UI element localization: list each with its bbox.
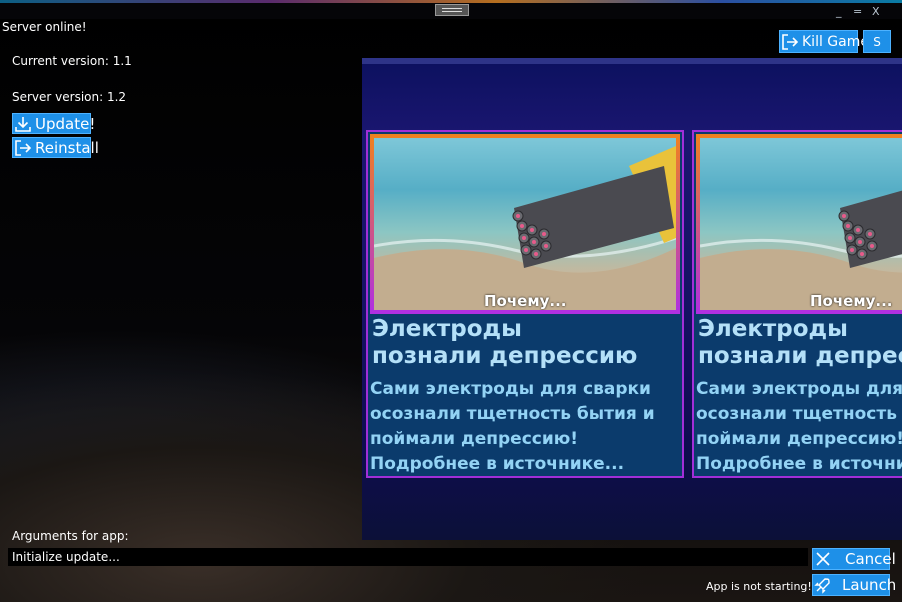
news-card-caption: Почему...	[484, 292, 567, 310]
reinstall-button[interactable]: Reinstall	[12, 137, 99, 158]
headline-line: Электроды	[698, 316, 848, 342]
body-line[interactable]: Подробнее в источнике...	[696, 452, 902, 476]
settings-button[interactable]: S	[863, 30, 891, 53]
minimize-button[interactable]: _	[836, 5, 842, 18]
news-card-body: Сами электроды для сварки осознали тщетн…	[370, 377, 682, 476]
news-card-headline: Электроды познали депрессию	[698, 316, 902, 370]
server-status-text: Server online!	[2, 20, 87, 34]
sign-out-icon	[781, 33, 799, 51]
launcher-window: _ = X Server online! Current version: 1.…	[0, 0, 902, 602]
kill-game-button-label: Kill Game	[802, 33, 869, 50]
app-status-text: App is not starting!	[706, 580, 812, 593]
news-card-image: Почему...	[696, 134, 902, 314]
server-version-text: Server version: 1.2	[12, 90, 127, 104]
body-line: поймали депрессию!	[370, 429, 579, 449]
cancel-button[interactable]: Cancel	[812, 548, 896, 570]
close-icon	[814, 550, 832, 568]
args-input[interactable]	[8, 548, 808, 566]
headline-line: познали депрессию	[372, 343, 638, 369]
news-card-caption: Почему...	[810, 292, 893, 310]
drag-handle[interactable]	[435, 4, 469, 16]
news-card[interactable]: Почему... Электроды познали депрессию Са…	[692, 130, 902, 478]
update-button[interactable]: Update!	[12, 113, 95, 134]
settings-button-label: S	[873, 34, 881, 49]
cancel-button-label: Cancel	[845, 550, 896, 568]
news-card-image: Почему...	[370, 134, 680, 314]
title-bar[interactable]: _ = X	[0, 3, 902, 19]
rocket-icon	[814, 576, 832, 594]
args-label: Arguments for app:	[12, 529, 129, 543]
headline-line: познали депрессию	[698, 343, 902, 369]
headline-line: Электроды	[372, 316, 522, 342]
sign-out-icon	[14, 139, 32, 157]
launch-button-label: Launch	[842, 576, 897, 594]
update-button-label: Update!	[35, 114, 96, 133]
body-line: Сами электроды для сварки	[696, 379, 902, 399]
download-icon	[14, 115, 32, 133]
close-button[interactable]: X	[872, 5, 880, 18]
news-card-body: Сами электроды для сварки осознали тщетн…	[696, 377, 902, 476]
body-line[interactable]: Подробнее в источнике...	[370, 452, 682, 476]
news-card-headline: Электроды познали депрессию	[372, 316, 682, 370]
news-panel[interactable]: Почему... Электроды познали депрессию Са…	[362, 58, 902, 540]
body-line: осознали тщетность бытия и	[696, 404, 902, 424]
body-line: поймали депрессию!	[696, 429, 902, 449]
reinstall-button-label: Reinstall	[35, 138, 99, 157]
launch-button[interactable]: Launch	[812, 574, 896, 596]
news-card[interactable]: Почему... Электроды познали депрессию Са…	[366, 130, 684, 478]
kill-game-button[interactable]: Kill Game	[779, 30, 869, 53]
maximize-button[interactable]: =	[853, 5, 862, 18]
body-line: Сами электроды для сварки	[370, 379, 651, 399]
current-version-text: Current version: 1.1	[12, 54, 132, 68]
body-line: осознали тщетность бытия и	[370, 404, 655, 424]
